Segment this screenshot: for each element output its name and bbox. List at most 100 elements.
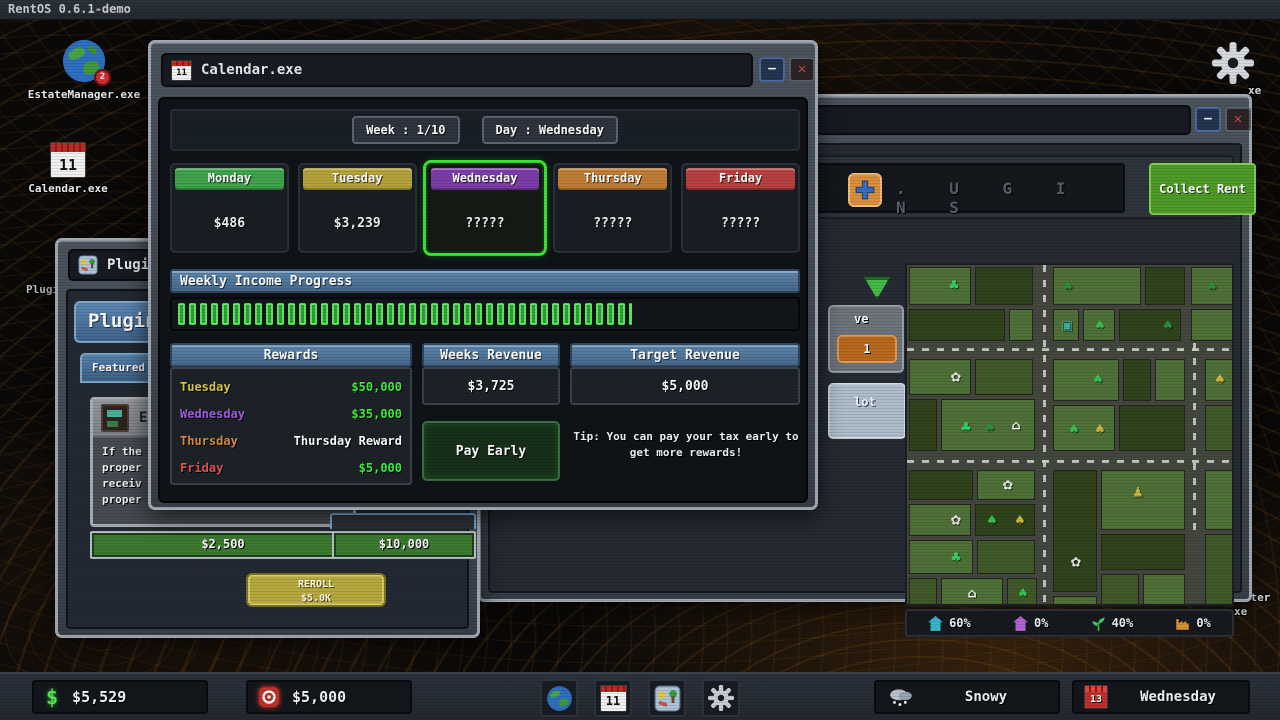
taskbar-pluginlibrary-button[interactable] [648,679,686,717]
tree-icon: ♠ [1094,424,1106,437]
map-parcel[interactable]: ♠ [1053,267,1141,305]
plant-icon: ♣ [950,552,962,565]
map-parcel[interactable]: ♣♠⌂ [941,399,1035,451]
progress-segment [332,303,339,325]
day-card-value: ????? [428,195,543,251]
calendar-icon: 11 [171,60,192,81]
progress-segment [299,303,306,325]
tree-icon: ♠ [984,422,996,435]
progress-segment [431,303,438,325]
map-parcel[interactable] [909,470,973,500]
map-parcel[interactable] [1191,309,1234,341]
map-parcel[interactable]: ✿ [909,504,971,536]
reroll-button[interactable]: REROLL $5.0K [246,573,386,607]
map-parcel[interactable]: ♠ [1007,578,1037,606]
progress-segment [585,303,592,325]
close-button[interactable]: ✕ [1225,107,1251,132]
factory-icon [1175,616,1190,631]
map-parcel[interactable]: ✿ [977,470,1035,500]
map-parcel[interactable]: ✿ [1053,470,1097,592]
desktop-icon-estatemanager[interactable]: 2 EstateManager.exe [18,38,150,101]
map-parcel[interactable] [1119,405,1185,451]
map-parcel[interactable] [1155,359,1185,401]
day-chip[interactable]: Day : Wednesday [482,116,618,144]
map-parcel[interactable] [1145,267,1185,305]
estate-map[interactable]: ♣♠♠▣♠♠✿♠♠♣♠⌂♠♠✿✿♠♠♣⌂♠✿♟ [905,263,1234,606]
map-parcel[interactable]: ♠♠ [1053,405,1115,451]
map-parcel[interactable] [1205,534,1234,606]
map-parcel[interactable]: ♠ [1205,359,1234,401]
map-parcel[interactable] [975,359,1033,395]
plugin-card-2-fragment[interactable] [330,513,476,529]
minimize-button[interactable]: − [759,57,785,82]
map-parcel[interactable] [1009,309,1033,341]
collect-rent-button[interactable]: Collect Rent [1149,163,1256,215]
calendar-titlebar[interactable]: 11 Calendar.exe [161,53,753,87]
map-parcel[interactable] [975,267,1033,305]
buy-plugin-button[interactable]: $2,500 [90,531,356,559]
reward-value: $50,000 [351,380,402,394]
map-parcel[interactable] [1101,534,1185,570]
progress-segment [354,303,361,325]
icon-label: Calendar.exe [18,182,118,195]
progress-segment [497,303,504,325]
map-parcel[interactable] [909,309,1005,341]
plant-icon: ♣ [948,280,960,293]
tree-icon: ♠ [1062,281,1074,294]
map-parcel[interactable] [1205,470,1234,530]
weather-display: Snowy [874,680,1060,714]
map-stat-plant: 40% [1091,616,1134,631]
target-display: $5,000 [246,680,412,714]
map-parcel[interactable]: ♠ [1191,267,1234,305]
map-parcel[interactable] [1053,596,1097,606]
map-parcel[interactable]: ♠ [1053,359,1119,401]
day-card-monday[interactable]: Monday$486 [170,163,289,253]
close-button[interactable]: ✕ [789,57,815,82]
map-parcel[interactable] [1123,359,1151,401]
map-parcel[interactable]: ▣ [1053,309,1079,341]
map-parcel[interactable] [1101,574,1139,606]
improve-card[interactable]: ve 1 [828,305,904,373]
map-stat-factory: 0% [1175,616,1210,631]
day-card-tuesday[interactable]: Tuesday$3,239 [298,163,417,253]
progress-segment [519,303,526,325]
dollar-icon: $ [46,685,58,709]
map-parcel[interactable]: ♟ [1101,470,1185,530]
map-parcel[interactable] [909,578,937,606]
taskbar-settings-button[interactable] [702,679,740,717]
tree-icon: ♠ [1092,374,1104,387]
map-parcel[interactable] [1205,405,1234,451]
money-value: $5,529 [72,688,126,706]
map-parcel[interactable] [1143,574,1185,606]
day-card-value: ????? [683,195,798,251]
day-card-friday[interactable]: Friday????? [681,163,800,253]
map-parcel[interactable]: ♠ [1083,309,1115,341]
flower-icon: ✿ [951,372,962,385]
map-parcel[interactable]: ♠ [1119,309,1181,341]
map-parcel[interactable]: ♠♠ [975,504,1035,536]
day-card-thursday[interactable]: Thursday????? [553,163,672,253]
flower-icon: ✿ [1003,480,1014,493]
pay-early-button[interactable]: Pay Early [422,421,560,481]
map-parcel[interactable]: ⌂ [941,578,1003,606]
map-parcel[interactable] [977,540,1035,574]
buy-plugin-2-button[interactable]: $10,000 [332,531,476,559]
taskbar-calendar-button[interactable]: 11 [594,679,632,717]
globe-icon [546,685,573,712]
week-chip[interactable]: Week : 1/10 [352,116,459,144]
improve-count-button[interactable]: 1 [837,335,897,363]
day-card-wednesday[interactable]: Wednesday????? [426,163,545,253]
map-parcel[interactable]: ♣ [909,540,973,574]
map-parcel[interactable]: ♣ [909,267,971,305]
plugin-add-icon[interactable] [848,173,882,207]
filter-icon[interactable] [864,277,890,299]
map-parcel[interactable]: ✿ [909,359,971,395]
calendar-window[interactable]: 11 Calendar.exe − ✕ Week : 1/10 Day : We… [148,40,818,510]
taskbar-estatemanager-button[interactable] [540,679,578,717]
desktop-icon-settings[interactable] [1212,42,1254,88]
plot-card[interactable]: lot [828,383,906,439]
desktop-icon-calendar[interactable]: 11 Calendar.exe [18,142,118,195]
progress-segment [343,303,350,325]
map-parcel[interactable] [909,399,937,451]
minimize-button[interactable]: − [1195,107,1221,132]
